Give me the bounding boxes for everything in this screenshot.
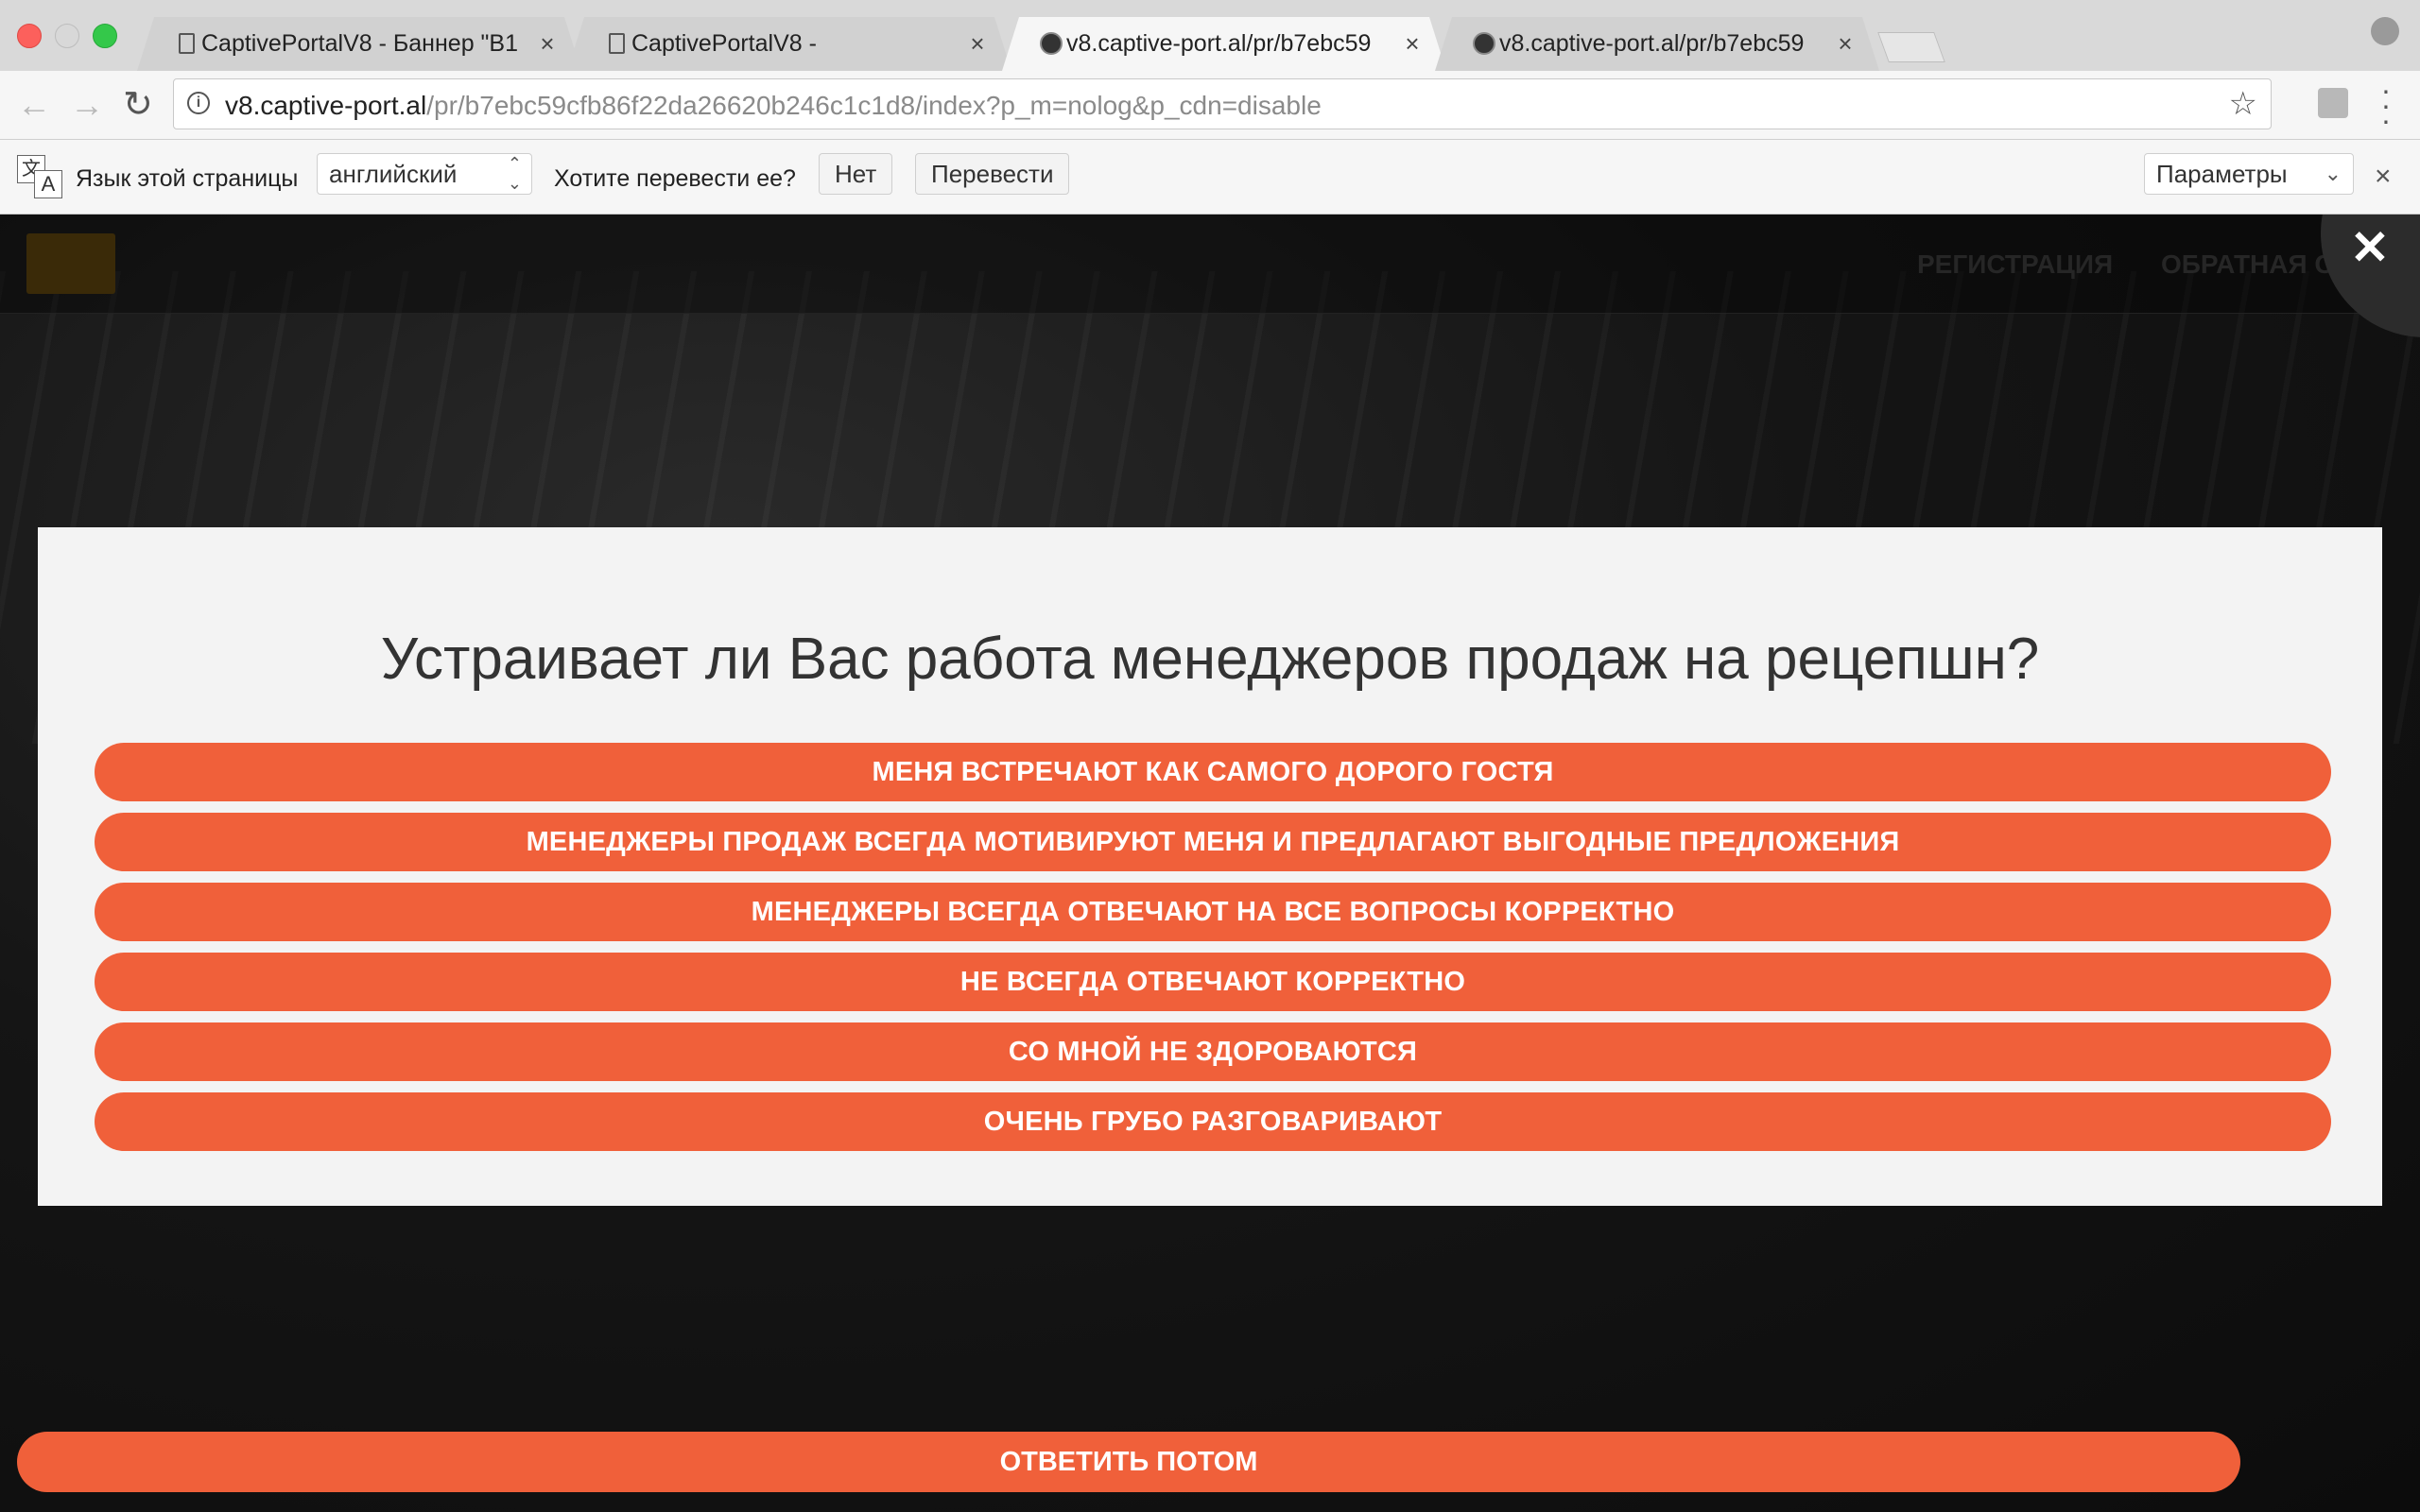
page-content: РЕГИСТРАЦИЯ ОБРАТНАЯ СВЯЗЬ ✕ Устраивает … [0,215,2420,1512]
profile-icon[interactable] [2371,17,2399,45]
address-bar[interactable]: i v8.captive-port.al/pr/b7ebc59cfb86f22d… [173,78,2272,129]
site-header: РЕГИСТРАЦИЯ ОБРАТНАЯ СВЯЗЬ [0,215,2420,314]
new-tab-button[interactable] [1877,32,1945,62]
select-arrows-icon: ⌃ ⌄ [507,154,522,193]
translate-icon: 文A [17,155,62,198]
browser-tab-active[interactable]: v8.captive-port.al/pr/b7ebc59 × [1002,17,1446,71]
tab-close-icon[interactable]: × [536,29,559,59]
language-select[interactable]: английский ⌃ ⌄ [317,153,532,195]
tab-close-icon[interactable]: × [1834,29,1857,59]
document-icon [179,33,195,54]
tab-close-icon[interactable]: × [966,29,989,59]
no-button[interactable]: Нет [819,153,893,195]
back-arrow-icon[interactable]: ← [17,86,51,124]
answer-button[interactable]: МЕНЯ ВСТРЕЧАЮТ КАК САМОГО ДОРОГО ГОСТЯ [95,743,2331,801]
translate-bar: 文A Язык этой страницы английский ⌃ ⌄ Хоти… [0,140,2420,215]
translate-bar-close-icon[interactable]: × [2375,161,2392,193]
site-logo-icon [1473,32,1495,55]
browser-toolbar: ← → ↻ i v8.captive-port.al/pr/b7ebc59cfb… [0,71,2420,140]
site-logo[interactable] [26,233,115,294]
options-label: Параметры [2156,160,2288,188]
info-icon[interactable]: i [187,92,210,114]
answer-button[interactable]: СО МНОЙ НЕ ЗДОРОВАЮТСЯ [95,1022,2331,1081]
chevron-down-icon: ⌄ [2324,162,2342,185]
browser-tab[interactable]: CaptivePortalV8 - Баннер "В1 × [137,17,581,71]
language-select-value: английский [329,160,458,188]
answer-button[interactable]: МЕНЕДЖЕРЫ ПРОДАЖ ВСЕГДА МОТИВИРУЮТ МЕНЯ … [95,813,2331,871]
answer-button[interactable]: ОЧЕНЬ ГРУБО РАЗГОВАРИВАЮТ [95,1092,2331,1151]
browser-tab[interactable]: CaptivePortalV8 - × [567,17,1011,71]
survey-question: Устраивает ли Вас работа менеджеров прод… [380,627,2040,692]
url-text: v8.captive-port.al/pr/b7ebc59cfb86f22da2… [225,91,1322,121]
reload-icon[interactable]: ↻ [123,86,153,124]
url-path: /pr/b7ebc59cfb86f22da26620b246c1c1d8/ind… [426,91,1322,120]
tab-title: CaptivePortalV8 - Баннер "В1 [201,30,518,57]
window-close-button[interactable] [17,24,42,48]
window-zoom-button[interactable] [93,24,117,48]
overlay-close-icon[interactable]: ✕ [2350,224,2390,271]
answer-later-button[interactable]: ОТВЕТИТЬ ПОТОМ [17,1432,2240,1492]
tab-close-icon[interactable]: × [1401,29,1424,59]
window-minimize-button[interactable] [55,24,79,48]
browser-tab-strip: CaptivePortalV8 - Баннер "В1 × CaptivePo… [0,0,2420,72]
tab-title: v8.captive-port.al/pr/b7ebc59 [1066,30,1372,57]
site-logo-icon [1040,32,1063,55]
translate-prompt: Хотите перевести ее? [554,165,796,192]
forward-arrow-icon[interactable]: → [70,86,104,124]
tab-title: v8.captive-port.al/pr/b7ebc59 [1499,30,1805,57]
url-host: v8.captive-port.al [225,91,427,120]
bookmark-star-icon[interactable]: ☆ [2229,85,2257,123]
translate-button[interactable]: Перевести [915,153,1070,195]
browser-tab[interactable]: v8.captive-port.al/pr/b7ebc59 × [1435,17,1879,71]
survey-modal: Устраивает ли Вас работа менеджеров прод… [38,527,2382,1206]
document-icon [609,33,625,54]
nav-link-registration[interactable]: РЕГИСТРАЦИЯ [1917,249,2113,280]
tab-title: CaptivePortalV8 - [631,30,817,57]
menu-dots-icon[interactable]: · · · [2380,75,2392,135]
options-dropdown[interactable]: Параметры ⌄ [2144,153,2354,195]
answer-button[interactable]: НЕ ВСЕГДА ОТВЕЧАЮТ КОРРЕКТНО [95,953,2331,1011]
extension-icon[interactable] [2318,88,2348,118]
answer-button[interactable]: МЕНЕДЖЕРЫ ВСЕГДА ОТВЕЧАЮТ НА ВСЕ ВОПРОСЫ… [95,883,2331,941]
page-language-label: Язык этой страницы [76,165,299,192]
